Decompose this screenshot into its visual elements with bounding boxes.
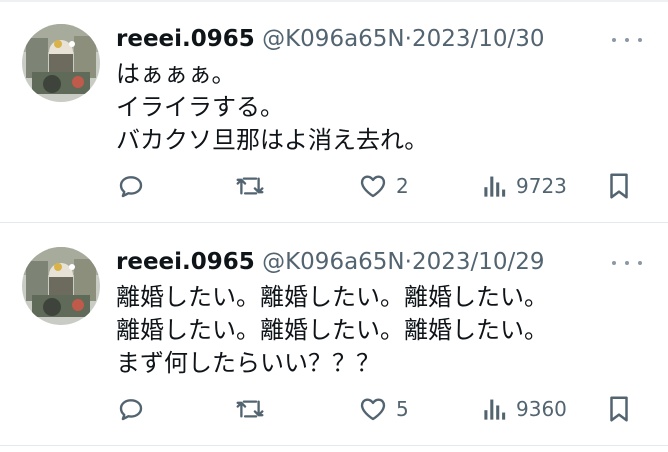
- like-count: 5: [396, 397, 409, 421]
- display-name[interactable]: reeei.0965: [116, 26, 255, 52]
- bookmark-button[interactable]: [606, 391, 632, 427]
- bookmark-button[interactable]: [606, 168, 632, 204]
- user-handle[interactable]: @K096a65N: [262, 26, 405, 52]
- separator-dot: ·: [404, 249, 412, 275]
- action-bar: 5 9360: [116, 391, 638, 427]
- reply-button[interactable]: [116, 391, 146, 427]
- views-button[interactable]: 9723: [482, 168, 567, 204]
- tweet-card[interactable]: reeei.0965 @K096a65N·2023/10/29 離婚したい。離婚…: [0, 223, 668, 445]
- retweet-button[interactable]: [234, 168, 266, 204]
- reply-button[interactable]: [116, 168, 146, 204]
- avatar[interactable]: [22, 247, 100, 325]
- retweet-button[interactable]: [234, 391, 266, 427]
- view-count: 9723: [516, 174, 567, 198]
- like-button[interactable]: 5: [358, 391, 409, 427]
- avatar[interactable]: [22, 24, 100, 102]
- more-dots-icon[interactable]: [612, 253, 642, 273]
- bookmark-icon: [606, 171, 632, 201]
- display-name[interactable]: reeei.0965: [116, 249, 255, 275]
- heart-icon: [358, 394, 388, 424]
- tweet-line: イライラする。: [116, 93, 284, 121]
- retweet-icon: [234, 171, 266, 201]
- tweet-header: reeei.0965 @K096a65N·2023/10/29: [116, 247, 598, 277]
- views-chart-icon: [482, 394, 508, 424]
- views-chart-icon: [482, 171, 508, 201]
- like-button[interactable]: 2: [358, 168, 409, 204]
- tweet-text: 離婚したい。離婚したい。離婚したい。 離婚したい。離婚したい。離婚したい。 まず…: [116, 281, 548, 380]
- tweet-date[interactable]: 2023/10/30: [412, 26, 545, 52]
- more-dots-icon[interactable]: [612, 30, 642, 50]
- tweet-line: まず何したらいい？？？: [116, 349, 380, 377]
- reply-icon: [116, 171, 146, 201]
- tweet-line: 離婚したい。離婚したい。離婚したい。: [116, 316, 548, 344]
- bookmark-icon: [606, 394, 632, 424]
- tweet-divider: [0, 445, 668, 446]
- tweet-header: reeei.0965 @K096a65N·2023/10/30: [116, 24, 598, 54]
- like-count: 2: [396, 174, 409, 198]
- heart-icon: [358, 171, 388, 201]
- retweet-icon: [234, 394, 266, 424]
- tweet-line: はぁぁぁ。: [116, 60, 236, 88]
- action-bar: 2 9723: [116, 168, 638, 204]
- user-handle[interactable]: @K096a65N: [262, 249, 405, 275]
- view-count: 9360: [516, 397, 567, 421]
- reply-icon: [116, 394, 146, 424]
- tweet-card[interactable]: reeei.0965 @K096a65N·2023/10/30 はぁぁぁ。 イラ…: [0, 0, 668, 222]
- tweet-text: はぁぁぁ。 イライラする。 バカクソ旦那はよ消え去れ。: [116, 58, 428, 157]
- tweet-date[interactable]: 2023/10/29: [412, 249, 545, 275]
- separator-dot: ·: [404, 26, 412, 52]
- views-button[interactable]: 9360: [482, 391, 567, 427]
- tweet-line: 離婚したい。離婚したい。離婚したい。: [116, 283, 548, 311]
- tweet-line: バカクソ旦那はよ消え去れ。: [116, 126, 429, 154]
